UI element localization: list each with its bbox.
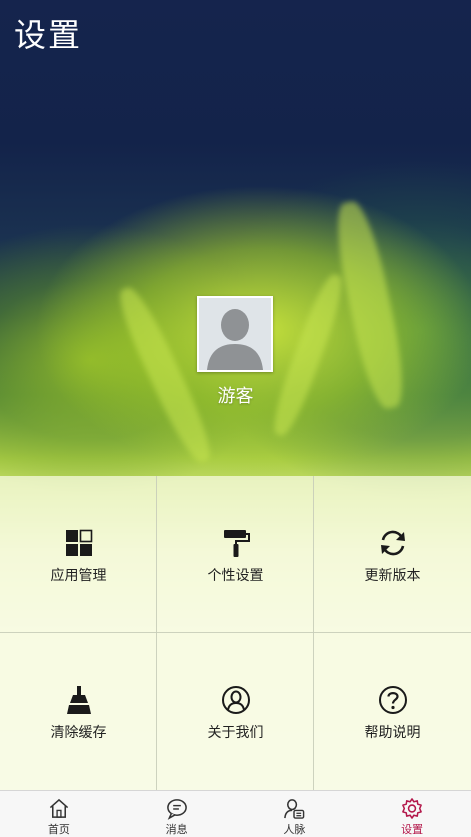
avatar[interactable]: [197, 296, 273, 372]
page-title: 设置: [14, 16, 83, 54]
app-management-button[interactable]: 应用管理: [0, 476, 157, 633]
tab-settings[interactable]: 设置: [353, 791, 471, 837]
update-version-label: 更新版本: [364, 568, 421, 584]
personalization-label: 个性设置: [207, 568, 264, 584]
paint-roller-icon: [220, 527, 252, 559]
home-icon: [49, 798, 69, 818]
refresh-icon: [377, 527, 409, 559]
update-version-button[interactable]: 更新版本: [314, 476, 471, 633]
chat-bubble-icon: [166, 799, 187, 820]
tab-messages-label: 消息: [165, 823, 188, 836]
tab-contacts-label: 人脉: [283, 823, 306, 836]
app-management-label: 应用管理: [50, 568, 107, 584]
personalization-button[interactable]: 个性设置: [157, 476, 314, 633]
tab-home[interactable]: 首页: [0, 791, 118, 837]
username: 游客: [217, 386, 254, 407]
tab-settings-label: 设置: [401, 823, 424, 836]
tab-home-label: 首页: [47, 823, 70, 836]
clear-cache-button[interactable]: 清除缓存: [0, 633, 157, 790]
about-us-button[interactable]: 关于我们: [157, 633, 314, 790]
tab-contacts[interactable]: 人脉: [236, 791, 354, 837]
help-circle-icon: [377, 684, 409, 716]
contacts-icon: [284, 799, 305, 819]
gear-icon: [402, 798, 422, 819]
help-label: 帮助说明: [364, 725, 421, 741]
default-user-avatar-icon: [199, 298, 271, 370]
about-user-circle-icon: [220, 684, 252, 716]
broom-icon: [63, 684, 95, 716]
tab-messages[interactable]: 消息: [118, 791, 236, 837]
bottom-nav: 首页 消息 人脉 设置: [0, 790, 471, 837]
about-us-label: 关于我们: [207, 725, 264, 741]
app-grid-icon: [63, 527, 95, 559]
clear-cache-label: 清除缓存: [50, 725, 107, 741]
help-button[interactable]: 帮助说明: [314, 633, 471, 790]
